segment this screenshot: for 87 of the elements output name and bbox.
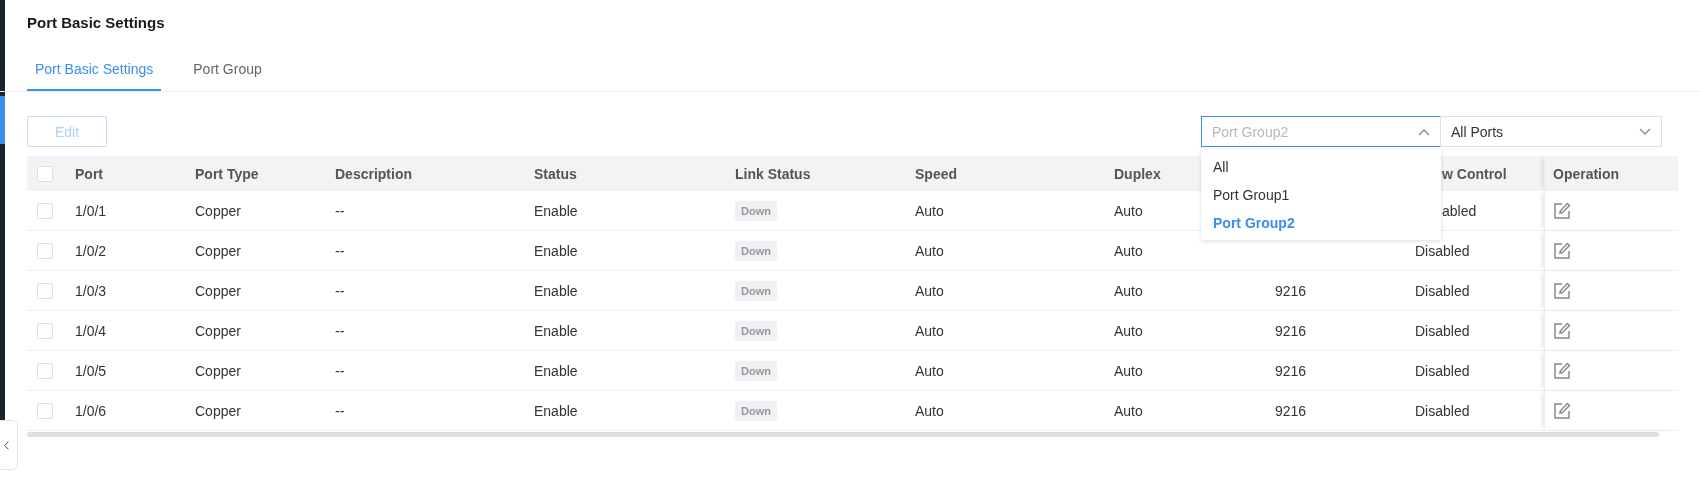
checkbox[interactable] — [37, 242, 53, 259]
column-header: Port — [75, 165, 103, 182]
sidebar-active-marker — [0, 96, 5, 144]
table-cell: Enable — [534, 402, 578, 419]
table-cell: Copper — [195, 402, 241, 419]
edit-icon[interactable] — [1553, 241, 1571, 260]
checkbox[interactable] — [37, 322, 53, 339]
checkbox[interactable] — [37, 402, 53, 419]
table-cell: -- — [335, 362, 345, 379]
table-cell: Disabled — [1415, 282, 1470, 299]
table-cell: Copper — [195, 242, 241, 259]
table-cell: Copper — [195, 282, 241, 299]
collapse-tab[interactable] — [0, 420, 18, 470]
column-header: Description — [335, 165, 412, 182]
dropdown-option[interactable]: Port Group2 — [1201, 209, 1441, 237]
status-tag: Down — [735, 200, 777, 221]
edit-icon[interactable] — [1553, 401, 1571, 420]
table-cell: Auto — [915, 242, 944, 259]
table-cell: Auto — [915, 202, 944, 219]
table-cell: Disabled — [1415, 402, 1470, 419]
table-cell: Copper — [195, 362, 241, 379]
status-tag: Down — [735, 280, 777, 301]
table-cell: Disabled — [1415, 322, 1470, 339]
tab[interactable]: Port Basic Settings — [27, 56, 162, 91]
table-cell: Enable — [534, 242, 578, 259]
column-header: Operation — [1553, 165, 1620, 182]
edit-icon[interactable] — [1553, 321, 1571, 340]
chevron-icon — [1418, 127, 1430, 136]
checkbox[interactable] — [37, 362, 53, 379]
status-tag: Down — [735, 400, 777, 421]
status-tag: Down — [735, 360, 777, 381]
status-tag: Down — [735, 240, 777, 261]
table-cell: 9216 — [1275, 402, 1307, 419]
column-header: Duplex — [1114, 165, 1161, 182]
table-cell: 9216 — [1275, 322, 1307, 339]
edit-icon[interactable] — [1553, 361, 1571, 380]
column-header: Speed — [915, 165, 957, 182]
table-cell: 1/0/2 — [75, 242, 107, 259]
table-cell: 1/0/1 — [75, 202, 107, 219]
table-cell: Enable — [534, 322, 578, 339]
table-cell: Enable — [534, 202, 578, 219]
status-tag: Down — [735, 320, 777, 341]
table-cell: Copper — [195, 322, 241, 339]
edit-icon[interactable] — [1553, 201, 1571, 220]
table-cell: Disabled — [1415, 362, 1470, 379]
table-cell: 1/0/4 — [75, 322, 107, 339]
table-cell: -- — [335, 402, 345, 419]
table-cell: Auto — [1114, 362, 1143, 379]
table-cell: Copper — [195, 202, 241, 219]
table-cell: -- — [335, 282, 345, 299]
column-header: Link Status — [735, 165, 811, 182]
table-cell: Auto — [915, 282, 944, 299]
table-cell: Auto — [915, 362, 944, 379]
tab[interactable]: Port Group — [185, 56, 270, 91]
checkbox[interactable] — [37, 202, 53, 219]
table-cell: Auto — [1114, 202, 1143, 219]
column-header: Status — [534, 165, 577, 182]
table-cell: Enable — [534, 282, 578, 299]
table-cell: Auto — [1114, 282, 1143, 299]
table-cell: 1/0/6 — [75, 402, 107, 419]
table-cell: 1/0/3 — [75, 282, 107, 299]
table-cell: 9216 — [1275, 282, 1307, 299]
table-cell: -- — [335, 242, 345, 259]
checkbox[interactable] — [37, 282, 53, 299]
table-cell: -- — [335, 202, 345, 219]
table-cell: Auto — [915, 322, 944, 339]
table-cell: 9216 — [1275, 362, 1307, 379]
table-cell: Disabled — [1415, 242, 1470, 259]
column-header: w Control — [1442, 165, 1507, 182]
table-cell: Auto — [1114, 322, 1143, 339]
chevron-icon — [1639, 127, 1651, 136]
edit-icon[interactable] — [1553, 281, 1571, 300]
table-cell: 1/0/5 — [75, 362, 107, 379]
chevron-left-icon — [4, 440, 9, 450]
table-cell: Auto — [1114, 242, 1143, 259]
table-cell: -- — [335, 322, 345, 339]
checkbox[interactable] — [37, 165, 53, 182]
table-cell: abled — [1442, 202, 1477, 219]
page-title: Port Basic Settings — [27, 13, 166, 33]
table-cell: Enable — [534, 362, 578, 379]
dropdown-option[interactable]: Port Group1 — [1201, 181, 1441, 209]
column-header: Port Type — [195, 165, 259, 182]
dropdown-option[interactable]: All — [1201, 153, 1441, 181]
table-cell: Auto — [915, 402, 944, 419]
table-cell: Auto — [1114, 402, 1143, 419]
select-field[interactable]: All Ports — [1440, 116, 1662, 147]
scrollbar[interactable] — [27, 432, 1659, 437]
